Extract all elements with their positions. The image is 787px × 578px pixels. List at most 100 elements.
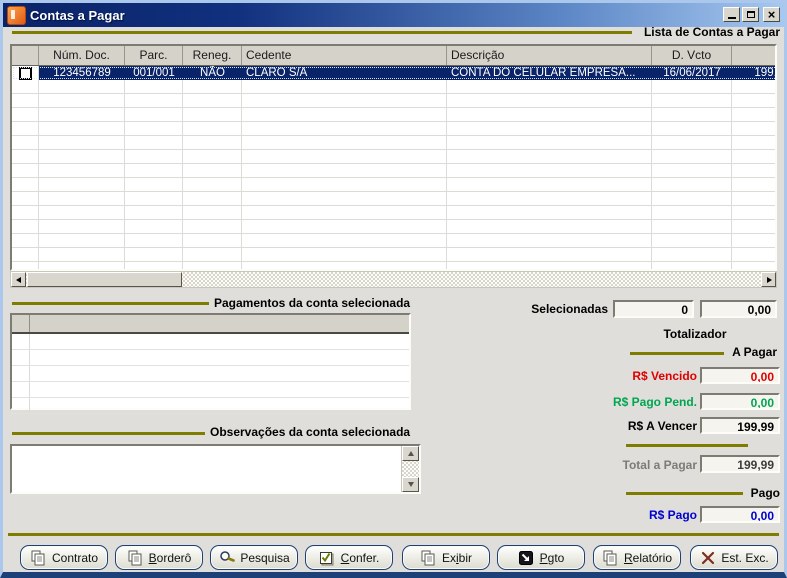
horizontal-scrollbar[interactable]: [10, 271, 777, 288]
vencido-field: 0,00: [700, 367, 780, 384]
column-header-n-m-doc-[interactable]: Núm. Doc.: [39, 46, 125, 65]
pesquisa-button[interactable]: Pesquisa: [210, 545, 298, 570]
column-header-reneg-[interactable]: Reneg.: [183, 46, 242, 65]
copy-icon: [127, 550, 144, 566]
arrow-left-icon: [13, 277, 21, 283]
copy-icon: [420, 550, 437, 566]
pesquisa-label: Pesquisa: [240, 551, 289, 565]
row-checkbox-cell[interactable]: [12, 66, 39, 80]
minimize-button[interactable]: [723, 7, 740, 22]
empty-row: [12, 220, 775, 234]
payments-empty-row: [12, 366, 409, 382]
list-caption: Lista de Contas a Pagar: [634, 25, 780, 39]
column-header-blank[interactable]: [732, 46, 775, 65]
total-divider-line: [626, 444, 748, 447]
scroll-up-button[interactable]: [402, 446, 419, 461]
close-icon: ×: [768, 8, 776, 21]
pgto-button[interactable]: Pgto: [497, 545, 585, 570]
confer-label: Confer.: [341, 551, 380, 565]
payments-empty-row: [12, 382, 409, 398]
selected-summary-label: Selecionadas: [500, 302, 608, 316]
row-cell: 123456789: [39, 66, 125, 80]
vencido-label: R$ Vencido: [563, 369, 697, 383]
column-header-parc-[interactable]: Parc.: [125, 46, 183, 65]
empty-row: [12, 248, 775, 262]
bordero-button[interactable]: Borderô: [115, 545, 203, 570]
row-checkbox[interactable]: [19, 67, 32, 80]
confer-button[interactable]: Confer.: [305, 545, 393, 570]
copy-icon: [30, 550, 47, 566]
scroll-right-button[interactable]: [761, 272, 776, 287]
row-cell: CLARO S/A: [242, 66, 447, 80]
totalizer-title: Totalizador: [640, 327, 750, 341]
app-icon: [7, 6, 26, 25]
exibir-label: Exibir: [442, 551, 472, 565]
list-caption-line: [12, 31, 632, 34]
minimize-icon: [728, 17, 736, 19]
accounts-grid[interactable]: Núm. Doc.Parc.Reneg.CedenteDescriçãoD. V…: [10, 44, 777, 271]
payments-empty-row: [12, 350, 409, 366]
payments-empty-row: [12, 398, 409, 414]
a-vencer-label: R$ A Vencer: [563, 419, 697, 433]
row-cell: 16/06/2017: [652, 66, 732, 80]
payment-icon: [518, 550, 535, 566]
row-cell: 199,99: [732, 66, 775, 80]
arrow-down-icon: [408, 482, 414, 490]
empty-row: [12, 136, 775, 150]
contas-a-pagar-window: Contas a Pagar × Lista de Contas a Pagar…: [0, 0, 787, 578]
maximize-button[interactable]: [742, 7, 759, 22]
column-header-blank[interactable]: [12, 46, 39, 65]
bordero-label: Borderô: [149, 551, 192, 565]
scrollbar-thumb[interactable]: [27, 272, 182, 287]
selected-count-field: 0: [613, 300, 694, 318]
empty-row: [12, 80, 775, 94]
a-vencer-field: 199,99: [700, 417, 780, 434]
a-pagar-caption-line: [630, 352, 724, 355]
pago-caption-line: [626, 492, 743, 495]
r-pago-field: 0,00: [700, 506, 780, 523]
x-icon: [699, 550, 716, 566]
observations-scrollbar[interactable]: [401, 446, 419, 492]
pago-caption: Pago: [743, 486, 780, 500]
empty-row: [12, 164, 775, 178]
observations-textbox[interactable]: [10, 444, 421, 494]
close-button[interactable]: ×: [763, 7, 780, 22]
contrato-button[interactable]: Contrato: [20, 545, 108, 570]
payments-grid[interactable]: [10, 313, 411, 410]
empty-row: [12, 206, 775, 220]
relatorio-label: Relatório: [624, 551, 672, 565]
maximize-icon: [747, 11, 755, 18]
empty-row: [12, 262, 775, 269]
payments-caption: Pagamentos da conta selecionada: [214, 296, 410, 310]
title-bar[interactable]: Contas a Pagar ×: [3, 3, 784, 27]
total-a-pagar-label: Total a Pagar: [563, 458, 697, 472]
empty-row: [12, 150, 775, 164]
observations-caption: Observações da conta selecionada: [210, 425, 410, 439]
empty-row: [12, 192, 775, 206]
relatorio-button[interactable]: Relatório: [593, 545, 681, 570]
column-header-d-vcto[interactable]: D. Vcto: [652, 46, 732, 65]
pago-pend-field: 0,00: [700, 393, 780, 410]
row-cell: NÃO: [183, 66, 242, 80]
check-icon: [319, 550, 336, 566]
empty-row: [12, 178, 775, 192]
est-exc-button[interactable]: Est. Exc.: [690, 545, 778, 570]
payments-grid-body: [12, 334, 409, 414]
grid-body: 123456789001/001NÃOCLARO S/ACONTA DO CEL…: [12, 66, 775, 269]
contrato-label: Contrato: [52, 551, 98, 565]
empty-row: [12, 122, 775, 136]
grid-header: Núm. Doc.Parc.Reneg.CedenteDescriçãoD. V…: [12, 46, 775, 66]
copy-icon: [602, 550, 619, 566]
column-header-descri-o[interactable]: Descrição: [447, 46, 652, 65]
scroll-left-button[interactable]: [11, 272, 26, 287]
scroll-down-button[interactable]: [402, 477, 419, 492]
selected-row[interactable]: 123456789001/001NÃOCLARO S/ACONTA DO CEL…: [12, 66, 775, 80]
column-header-cedente[interactable]: Cedente: [242, 46, 447, 65]
exibir-button[interactable]: Exibir: [402, 545, 490, 570]
arrow-up-icon: [408, 448, 414, 456]
search-icon: [218, 550, 235, 566]
empty-row: [12, 234, 775, 248]
a-pagar-caption: A Pagar: [726, 345, 777, 359]
est-exc-label: Est. Exc.: [721, 551, 768, 565]
toolbar-divider-line: [8, 533, 779, 536]
